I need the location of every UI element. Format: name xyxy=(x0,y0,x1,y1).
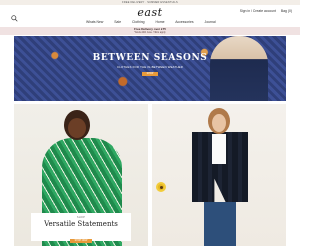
nav-item-home[interactable]: Home xyxy=(155,20,164,24)
search-icon xyxy=(11,15,18,22)
model-face xyxy=(68,118,86,138)
main-nav: Whats New Sale Clothing Home Accessories… xyxy=(86,20,226,24)
card-caption: SHOP Versatile Statements SHOP NOW xyxy=(31,213,131,243)
offer-terms: *Ends 24th June. T&Cs apply xyxy=(134,31,166,34)
hero-title: BETWEEN SEASONS xyxy=(92,53,208,63)
hero-banner[interactable]: BETWEEN SEASONS CLOTHES FOR THE IN-BETWE… xyxy=(14,36,286,101)
nav-item-journal[interactable]: Journal xyxy=(205,20,216,24)
white-top-shape xyxy=(212,134,226,164)
promo-card-kimono[interactable] xyxy=(152,104,286,246)
promo-card-versatile[interactable]: SHOP Versatile Statements SHOP NOW xyxy=(14,104,148,246)
utility-links: Sign in / Create account Bag (0) xyxy=(236,9,292,13)
sunflower-image xyxy=(156,182,166,192)
model-kimono-image xyxy=(188,108,252,246)
nav-item-accessories[interactable]: Accessories xyxy=(175,20,193,24)
hero-shop-button[interactable]: SHOP xyxy=(142,72,158,76)
jeans-shape xyxy=(204,202,236,246)
brand-logo[interactable]: east xyxy=(130,7,170,19)
card-shop-now-button[interactable]: SHOP NOW xyxy=(70,239,92,243)
nav-item-sale[interactable]: Sale xyxy=(114,20,121,24)
card-eyebrow: SHOP xyxy=(76,216,86,219)
account-link[interactable]: Sign in / Create account xyxy=(240,9,276,13)
nav-item-whats-new[interactable]: Whats New xyxy=(86,20,103,24)
model-face xyxy=(212,114,226,132)
site-header: east Sign in / Create account Bag (0) Wh… xyxy=(0,5,300,27)
offer-banner[interactable]: Free Delivery over £75 *Ends 24th June. … xyxy=(0,27,300,35)
search-button[interactable] xyxy=(11,9,18,22)
card-headline: Versatile Statements xyxy=(44,220,118,228)
bag-link[interactable]: Bag (0) xyxy=(281,9,292,13)
hero-subtitle: CLOTHES FOR THE IN-BETWEEN WEATHER xyxy=(117,65,183,69)
promo-text: FREE DELIVERY · SUMMER ESSENTIALS xyxy=(122,1,178,4)
nav-item-clothing[interactable]: Clothing xyxy=(132,20,144,24)
